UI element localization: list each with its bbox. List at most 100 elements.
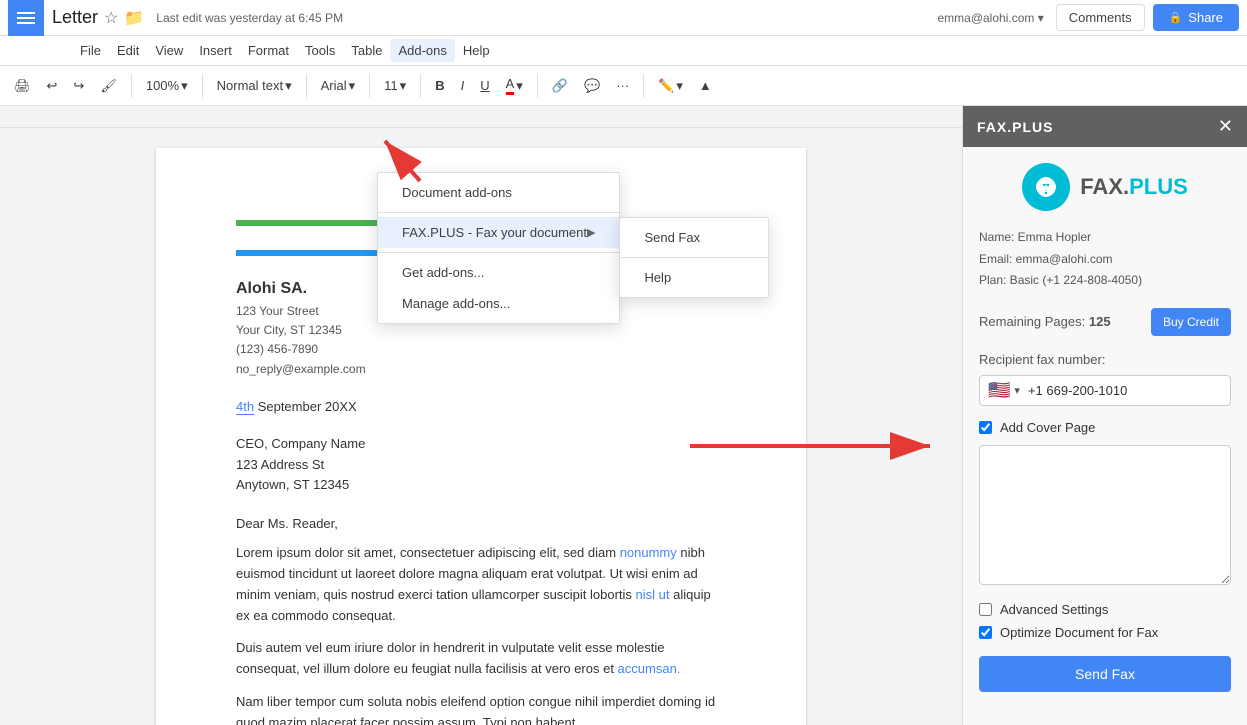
flag-icon: 🇺🇸 xyxy=(988,380,1010,401)
link-accumsan[interactable]: accumsan. xyxy=(618,661,681,676)
fax-logo-text: FAX.PLUS xyxy=(1080,173,1188,201)
undo-button[interactable]: ↩ xyxy=(41,74,64,98)
address-line-2: Your City, ST 12345 xyxy=(236,321,726,340)
share-button-label: Share xyxy=(1188,10,1223,25)
link-nonummy[interactable]: nonummy xyxy=(620,545,677,560)
share-button[interactable]: 🔒 Share xyxy=(1153,4,1239,31)
remaining-count: 125 xyxy=(1089,314,1111,329)
addons-get-label: Get add-ons... xyxy=(402,265,484,280)
top-bar: Letter ☆ 📁 Last edit was yesterday at 6:… xyxy=(0,0,1247,36)
menu-addons[interactable]: Add-ons xyxy=(390,39,454,62)
addons-dropdown-menu: Document add-ons FAX.PLUS - Fax your doc… xyxy=(377,172,620,324)
addons-get-item[interactable]: Get add-ons... xyxy=(378,257,619,288)
menu-view[interactable]: View xyxy=(147,39,191,62)
chevron-up-button[interactable]: ▲ xyxy=(693,74,718,97)
addons-document-item[interactable]: Document add-ons xyxy=(378,177,619,208)
send-fax-button[interactable]: Send Fax xyxy=(979,656,1231,692)
body-paragraph-1: Lorem ipsum dolor sit amet, consectetuer… xyxy=(236,543,726,626)
text-color-chevron-icon: ▾ xyxy=(516,78,523,94)
chevron-up-icon: ▲ xyxy=(699,78,712,93)
text-color-button[interactable]: A ▾ xyxy=(500,72,529,99)
user-email-line: Email: emma@alohi.com xyxy=(979,249,1231,271)
user-details: Name: Emma Hopler Email: emma@alohi.com … xyxy=(979,227,1231,292)
folder-icon[interactable]: 📁 xyxy=(124,8,144,28)
comment-button[interactable]: 💬 xyxy=(578,74,606,98)
underline-icon: U xyxy=(480,78,489,93)
menu-help[interactable]: Help xyxy=(455,39,498,62)
fax-logo-plus: PLUS xyxy=(1129,174,1188,199)
addons-faxplus-item[interactable]: FAX.PLUS - Fax your document ▶ Send Fax … xyxy=(378,217,619,248)
advanced-settings-label: Advanced Settings xyxy=(1000,602,1108,617)
zoom-chevron-icon: ▾ xyxy=(181,78,188,94)
menu-insert[interactable]: Insert xyxy=(191,39,240,62)
paint-icon: 🖌 xyxy=(100,78,117,94)
fax-submenu-send[interactable]: Send Fax xyxy=(620,222,768,253)
document-title[interactable]: Letter xyxy=(52,7,98,28)
italic-button[interactable]: I xyxy=(455,74,471,97)
side-panel-close-button[interactable]: ✕ xyxy=(1218,116,1233,137)
comments-button[interactable]: Comments xyxy=(1056,4,1145,31)
style-selector[interactable]: Normal text ▾ xyxy=(211,74,298,98)
redo-button[interactable]: ↪ xyxy=(67,74,90,98)
link-button[interactable]: 🔗 xyxy=(546,74,574,98)
more-options-icon: ··· xyxy=(616,78,629,93)
font-family-button[interactable]: Arial ▾ xyxy=(315,74,362,98)
link-nisl[interactable]: nisl ut xyxy=(636,587,670,602)
ruler xyxy=(0,106,962,128)
link-icon: 🔗 xyxy=(552,78,568,94)
body-paragraph-3: Nam liber tempor cum soluta nobis eleife… xyxy=(236,692,726,725)
send-fax-label: Send Fax xyxy=(644,230,700,245)
zoom-selector[interactable]: 100% ▾ xyxy=(140,74,194,98)
undo-icon: ↩ xyxy=(47,78,58,94)
addons-manage-label: Manage add-ons... xyxy=(402,296,510,311)
date-line: 4th September 20XX xyxy=(236,399,726,414)
font-family-chevron-icon: ▾ xyxy=(349,78,356,94)
cover-page-textarea[interactable] xyxy=(979,445,1231,585)
bold-button[interactable]: B xyxy=(429,74,450,97)
star-icon[interactable]: ☆ xyxy=(104,8,118,28)
menu-tools[interactable]: Tools xyxy=(297,39,343,62)
addons-separator-2 xyxy=(378,252,619,253)
pencil-button[interactable]: ✏️▾ xyxy=(652,74,689,98)
addons-separator xyxy=(378,212,619,213)
style-chevron-icon: ▾ xyxy=(285,78,292,94)
user-email[interactable]: emma@alohi.com ▾ xyxy=(937,11,1043,25)
buy-credit-button[interactable]: Buy Credit xyxy=(1151,308,1231,336)
fax-submenu-help[interactable]: Help xyxy=(620,262,768,293)
more-options-button[interactable]: ··· xyxy=(610,74,635,97)
country-code-dropdown[interactable]: ▾ xyxy=(1014,384,1020,397)
document-area: Alohi SA. 123 Your Street Your City, ST … xyxy=(0,106,962,725)
font-size-button[interactable]: 11 ▾ xyxy=(378,74,412,98)
comment-icon: 💬 xyxy=(584,78,600,94)
menu-table[interactable]: Table xyxy=(343,39,390,62)
fax-submenu-separator xyxy=(620,257,768,258)
fax-submenu: Send Fax Help xyxy=(619,217,769,298)
share-lock-icon: 🔒 xyxy=(1169,11,1183,24)
print-button[interactable]: 🖨 xyxy=(8,74,37,98)
fax-number-row: 🇺🇸 ▾ xyxy=(979,375,1231,406)
addons-document-label: Document add-ons xyxy=(402,185,512,200)
menu-format[interactable]: Format xyxy=(240,39,297,62)
user-plan-line: Plan: Basic (+1 224-808-4050) xyxy=(979,270,1231,292)
addons-manage-item[interactable]: Manage add-ons... xyxy=(378,288,619,319)
faxplus-logo-svg: + xyxy=(1031,172,1061,202)
cover-page-checkbox[interactable] xyxy=(979,421,992,434)
menu-edit[interactable]: Edit xyxy=(109,39,147,62)
addons-faxplus-label: FAX.PLUS - Fax your document xyxy=(402,225,587,240)
underline-button[interactable]: U xyxy=(474,74,495,97)
cover-page-label: Add Cover Page xyxy=(1000,420,1095,435)
advanced-settings-row: Advanced Settings xyxy=(979,602,1231,617)
fax-logo-icon: + xyxy=(1022,163,1070,211)
salutation: Dear Ms. Reader, xyxy=(236,516,726,531)
advanced-settings-checkbox[interactable] xyxy=(979,603,992,616)
hamburger-menu-icon[interactable] xyxy=(8,0,44,36)
optimize-settings-row: Optimize Document for Fax xyxy=(979,625,1231,640)
submenu-arrow-icon: ▶ xyxy=(587,226,595,239)
toolbar: 🖨 ↩ ↪ 🖌 100% ▾ Normal text ▾ Arial ▾ 11 … xyxy=(0,66,1247,106)
fax-number-input[interactable] xyxy=(1028,383,1222,398)
font-size-value: 11 xyxy=(384,78,398,93)
menu-file[interactable]: File xyxy=(72,39,109,62)
optimize-checkbox[interactable] xyxy=(979,626,992,639)
body-paragraph-2: Duis autem vel eum iriure dolor in hendr… xyxy=(236,638,726,680)
paint-format-button[interactable]: 🖌 xyxy=(94,74,123,98)
